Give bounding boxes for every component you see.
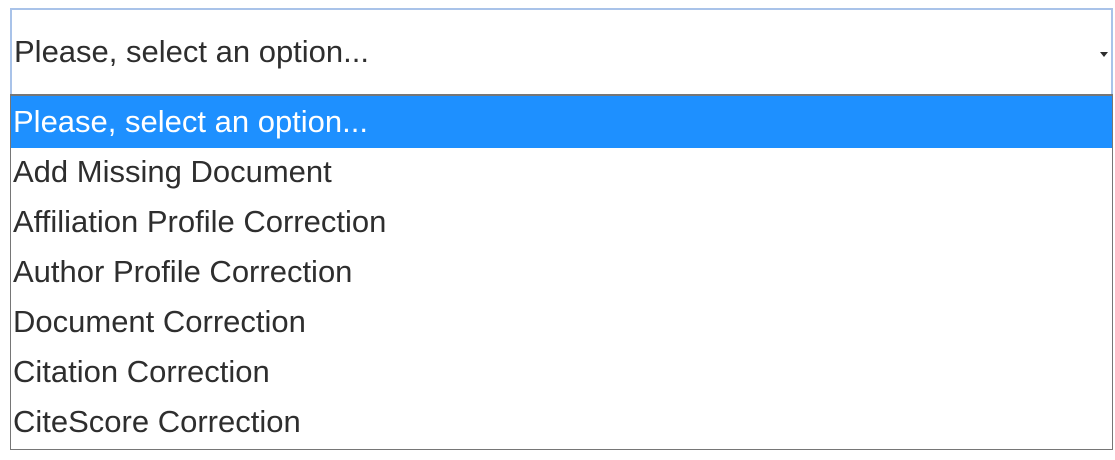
- select-current-value: Please, select an option...: [14, 34, 370, 69]
- select-options-list: Please, select an option... Add Missing …: [10, 94, 1113, 450]
- option-please-select[interactable]: Please, select an option...: [11, 96, 1112, 148]
- option-affiliation-profile-correction[interactable]: Affiliation Profile Correction: [11, 198, 1112, 248]
- option-add-missing-document[interactable]: Add Missing Document: [11, 148, 1112, 198]
- caret-down-icon[interactable]: [1100, 52, 1108, 57]
- select-widget: Please, select an option... Please, sele…: [0, 0, 1115, 460]
- request-type-select[interactable]: Please, select an option...: [10, 8, 1113, 94]
- option-citescore-correction[interactable]: CiteScore Correction: [11, 398, 1112, 448]
- option-citation-correction[interactable]: Citation Correction: [11, 348, 1112, 398]
- option-document-correction[interactable]: Document Correction: [11, 298, 1112, 348]
- option-author-profile-correction[interactable]: Author Profile Correction: [11, 248, 1112, 298]
